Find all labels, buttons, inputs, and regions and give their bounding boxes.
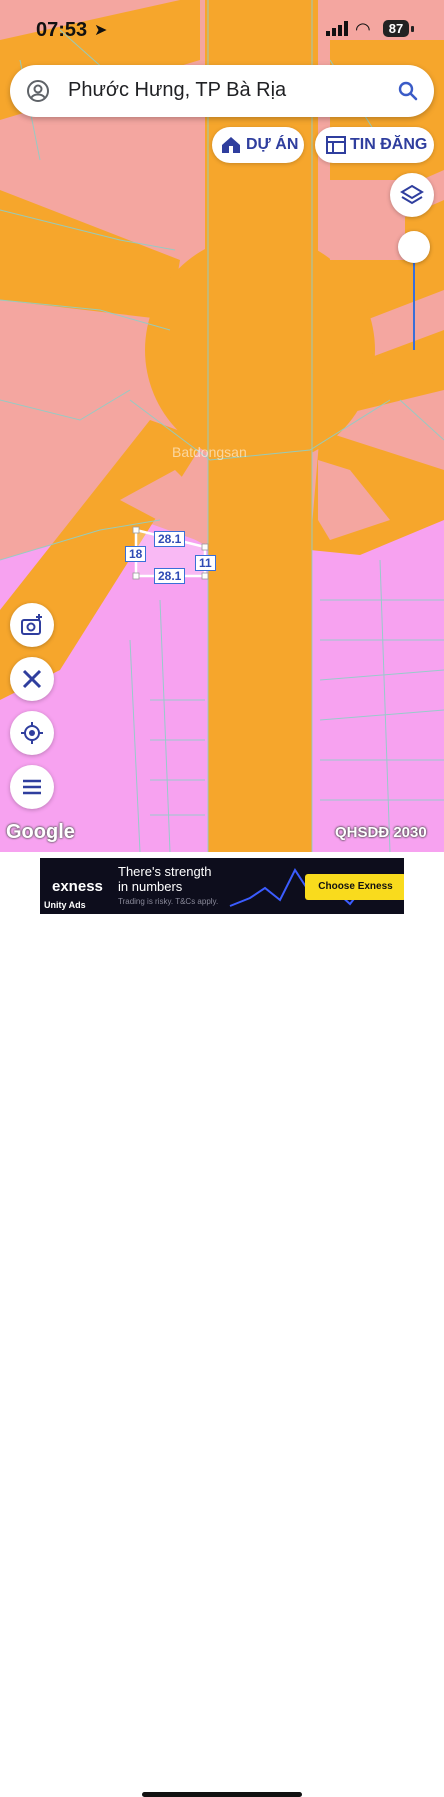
- plot-dimension-top: 28.1: [154, 531, 186, 547]
- account-icon[interactable]: [26, 79, 50, 103]
- search-input[interactable]: Phước Hưng, TP Bà Rịa: [68, 79, 286, 102]
- measure-tool-button[interactable]: [10, 657, 54, 701]
- google-attribution: Google: [6, 821, 75, 843]
- tin-dang-button[interactable]: TIN ĐĂNG: [315, 127, 434, 163]
- menu-icon: [23, 779, 41, 795]
- battery-icon: [411, 26, 414, 32]
- photo-search-button[interactable]: [10, 603, 54, 647]
- opacity-slider-handle[interactable]: [398, 231, 430, 263]
- cellular-signal-icon: [326, 21, 348, 36]
- my-location-button[interactable]: [10, 711, 54, 755]
- house-icon: [222, 137, 240, 153]
- search-icon[interactable]: [396, 79, 420, 103]
- plot-dimension-right: 11: [195, 555, 216, 571]
- map-watermark: Batdongsan: [172, 444, 247, 460]
- tin-dang-label: TIN ĐĂNG: [350, 136, 428, 153]
- du-an-label: DỰ ÁN: [246, 136, 299, 153]
- ad-headline: There's strength in numbers: [118, 864, 212, 894]
- listing-icon: [326, 136, 346, 154]
- layers-button[interactable]: [390, 173, 434, 217]
- ad-cta-button[interactable]: Choose Exness: [305, 874, 404, 900]
- wifi-icon: ◠: [355, 19, 371, 39]
- menu-button[interactable]: [10, 765, 54, 809]
- ad-headline-line2: in numbers: [118, 879, 183, 894]
- map-layer-label: QHSDĐ 2030: [335, 824, 427, 841]
- status-bar: 07:53 ➤ ◠ 87: [0, 0, 444, 58]
- ad-brand: exness: [52, 878, 103, 895]
- ad-network-label: Unity Ads: [44, 900, 86, 910]
- status-time: 07:53: [36, 19, 88, 41]
- du-an-button[interactable]: DỰ ÁN: [212, 127, 304, 163]
- ad-headline-line1: There's strength: [118, 864, 212, 879]
- layers-icon: [400, 184, 424, 205]
- add-photo-icon: [21, 614, 42, 635]
- plot-dimension-left: 18: [125, 546, 147, 562]
- home-indicator[interactable]: [142, 1792, 302, 1797]
- location-arrow-icon: ➤: [94, 22, 108, 39]
- crosshair-icon: [21, 722, 43, 744]
- plot-dimension-bottom: 28.1: [154, 568, 186, 584]
- opacity-slider-track[interactable]: [413, 262, 415, 350]
- ad-disclaimer: Trading is risky. T&Cs apply.: [118, 897, 219, 906]
- ad-area: exness There's strength in numbers Tradi…: [0, 852, 444, 1797]
- ruler-pencil-icon: [22, 669, 42, 689]
- search-bar[interactable]: Phước Hưng, TP Bà Rịa: [10, 65, 434, 117]
- ad-banner[interactable]: exness There's strength in numbers Tradi…: [40, 858, 404, 914]
- battery-level: 87: [383, 20, 409, 37]
